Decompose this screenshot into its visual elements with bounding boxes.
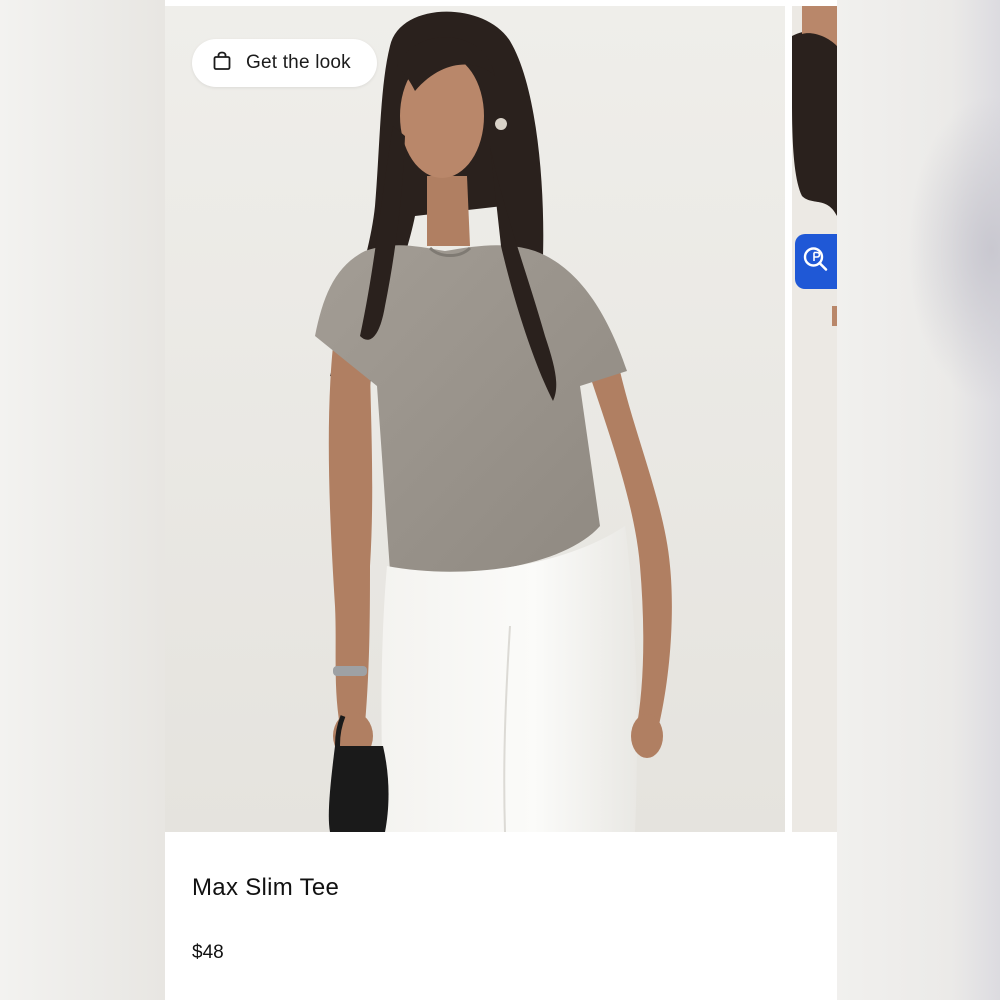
right-blurred-backdrop [837,0,1000,1000]
visual-search-button[interactable] [795,234,837,289]
product-price: $48 [192,942,224,963]
shopping-bag-icon [212,51,232,76]
visual-search-icon [801,244,831,279]
left-blurred-backdrop [0,0,165,1000]
next-product-photo [792,6,837,832]
screen: Get the look Max Slim Tee $48 [0,0,1000,1000]
model-photo [165,6,785,832]
get-the-look-button[interactable]: Get the look [192,39,377,87]
next-product-image[interactable] [792,6,837,832]
get-the-look-label: Get the look [246,52,351,73]
product-feed: Get the look Max Slim Tee $48 [165,0,837,1000]
product-title[interactable]: Max Slim Tee [192,874,339,902]
product-image[interactable]: Get the look [165,6,785,832]
